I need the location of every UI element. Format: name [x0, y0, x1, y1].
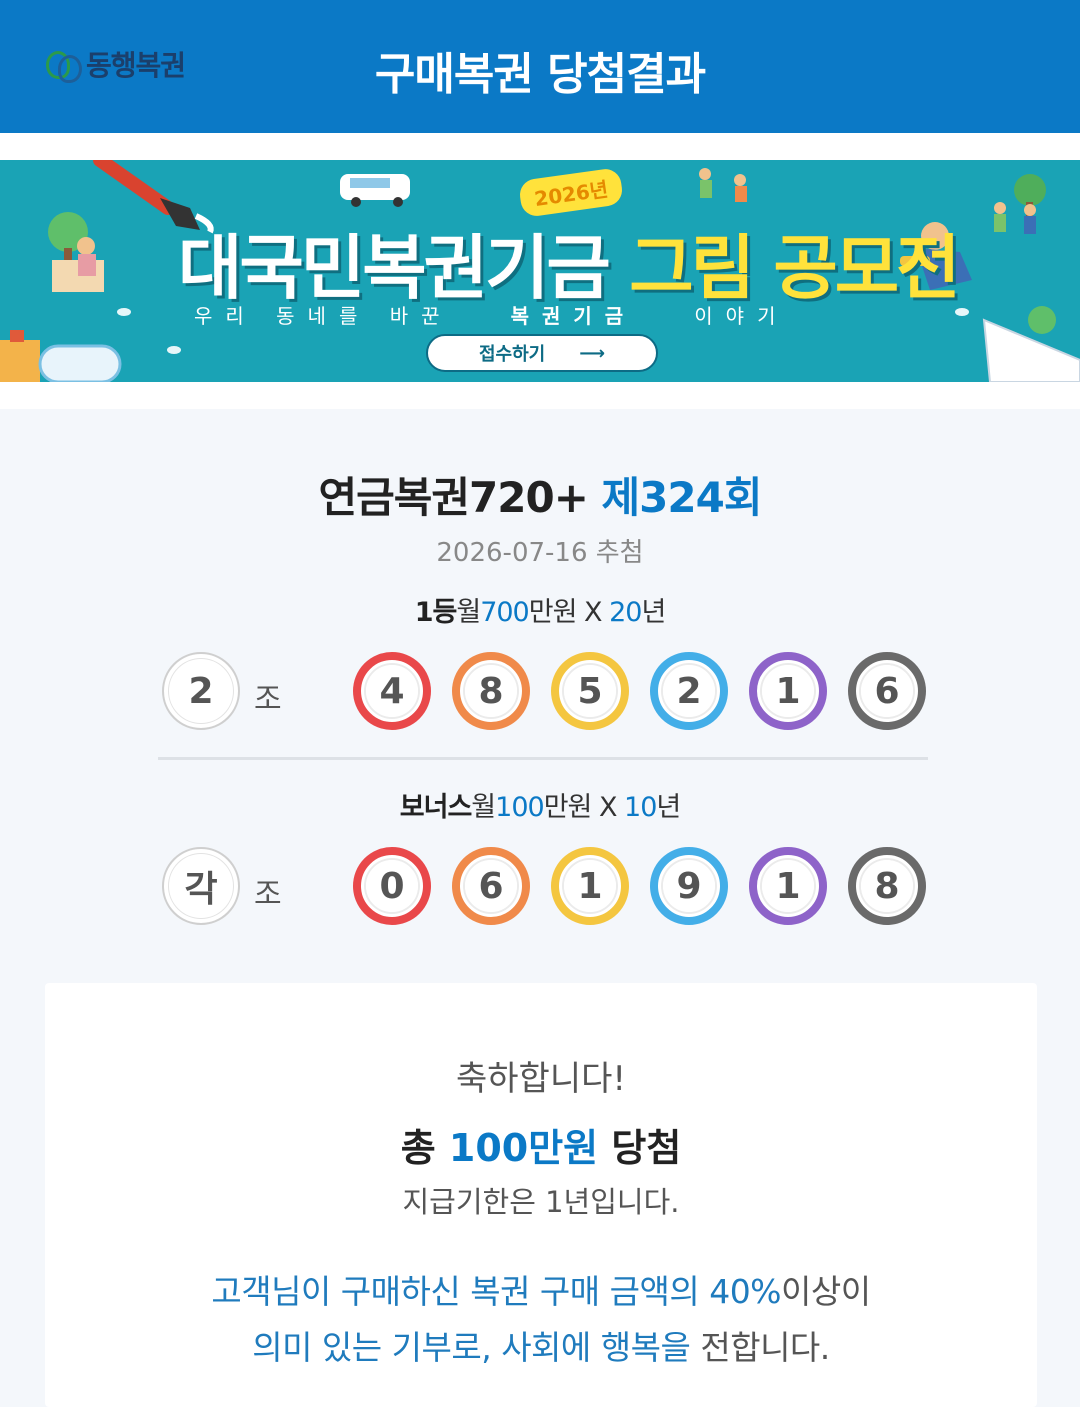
contest-banner[interactable]: 2026년 대국민복권기금 그림 공모전 우리 동네를 바꾼 복권기금 이야기 … [0, 160, 1080, 382]
page-title: 구매복권 당첨결과 [374, 49, 706, 100]
number-ball: 8 [452, 652, 530, 730]
total-suffix: 당첨 [598, 1126, 682, 1170]
lottery-title: 연금복권720+ 제324회 [0, 464, 1080, 525]
total-winnings: 총 100만원 당첨 [45, 1117, 1037, 1172]
prize-years-unit: 년 [656, 792, 681, 823]
number-ball: 6 [452, 847, 530, 925]
prize-unit: 만원 X [528, 597, 610, 628]
prize-amount: 700 [480, 597, 530, 628]
van-icon [340, 174, 410, 207]
prize-rank: 1등 [414, 597, 458, 628]
divider [158, 757, 928, 760]
total-amount: 100만원 [448, 1126, 599, 1170]
people-icon [994, 202, 1036, 234]
bonus-prize-info: 보너스월100만원 X 10년 [0, 785, 1080, 824]
first-prize-info: 1등월700만원 X 20년 [0, 590, 1080, 629]
group-label: 조 [254, 682, 282, 717]
donation-message-line1: 고객님이 구매하신 복권 구매 금액의 40%이상이 [45, 1265, 1037, 1313]
arrow-right-icon: ⟶ [579, 342, 606, 364]
tree-icon [1014, 174, 1056, 334]
banner-title-yellow: 그림 공모전 [629, 227, 960, 309]
prize-years: 20 [609, 597, 642, 628]
total-prefix: 총 [400, 1126, 449, 1170]
draw-date: 2026-07-16 추첨 [436, 538, 644, 568]
payment-deadline: 지급기한은 1년입니다. [402, 1185, 680, 1219]
number-ball: 1 [749, 847, 827, 925]
banner-subtitle-bold: 복권기금 [510, 304, 637, 328]
message-blue-text: 고객님이 구매하신 복권 구매 금액의 40% [211, 1272, 782, 1311]
prize-prefix: 월 [471, 792, 496, 823]
number-ball: 1 [749, 652, 827, 730]
banner-subtitle: 우리 동네를 바꾼 복권기금 이야기 [194, 300, 788, 329]
donation-message-line2: 의미 있는 기부로, 사회에 행복을 전합니다. [45, 1321, 1037, 1369]
banner-subtitle-end: 이야기 [694, 304, 789, 328]
prize-prefix: 월 [456, 597, 481, 628]
prize-years: 10 [624, 792, 657, 823]
winning-result-card: 축하합니다! 총 100만원 당첨 지급기한은 1년입니다. 고객님이 구매하신… [45, 983, 1037, 1407]
number-ball: 4 [353, 652, 431, 730]
prize-rank: 보너스 [399, 792, 473, 823]
banner-title: 대국민복권기금 그림 공모전 [178, 212, 961, 313]
city-buildings-icon [0, 330, 122, 382]
number-ball: 5 [551, 652, 629, 730]
group-ball: 2 [162, 652, 240, 730]
group-ball: 각 [162, 847, 240, 925]
group-label: 조 [254, 877, 282, 912]
number-ball: 0 [353, 847, 431, 925]
number-ball: 8 [848, 847, 926, 925]
number-ball: 6 [848, 652, 926, 730]
number-ball: 9 [650, 847, 728, 925]
people-icon [699, 168, 747, 202]
prize-unit: 만원 X [543, 792, 625, 823]
lottery-name: 연금복권720+ [318, 473, 588, 522]
apply-button-label: 접수하기 [478, 344, 546, 365]
banner-title-white: 대국민복권기금 [178, 227, 611, 309]
draw-round: 제324회 [601, 473, 763, 522]
message-dark-text: 전합니다. [690, 1328, 830, 1367]
app-header: 동행복권 구매복권 당첨결과 [0, 0, 1080, 133]
message-blue-text: 의미 있는 기부로, 사회에 행복을 [252, 1328, 691, 1367]
number-ball: 2 [650, 652, 728, 730]
prize-years-unit: 년 [641, 597, 666, 628]
prize-amount: 100 [495, 792, 545, 823]
banner-subtitle-plain: 우리 동네를 바꾼 [194, 304, 453, 328]
message-dark-text: 이상이 [781, 1272, 871, 1311]
apply-button[interactable]: 접수하기 ⟶ [426, 334, 658, 372]
number-ball: 1 [551, 847, 629, 925]
congrats-text: 축하합니다! [455, 1059, 627, 1099]
